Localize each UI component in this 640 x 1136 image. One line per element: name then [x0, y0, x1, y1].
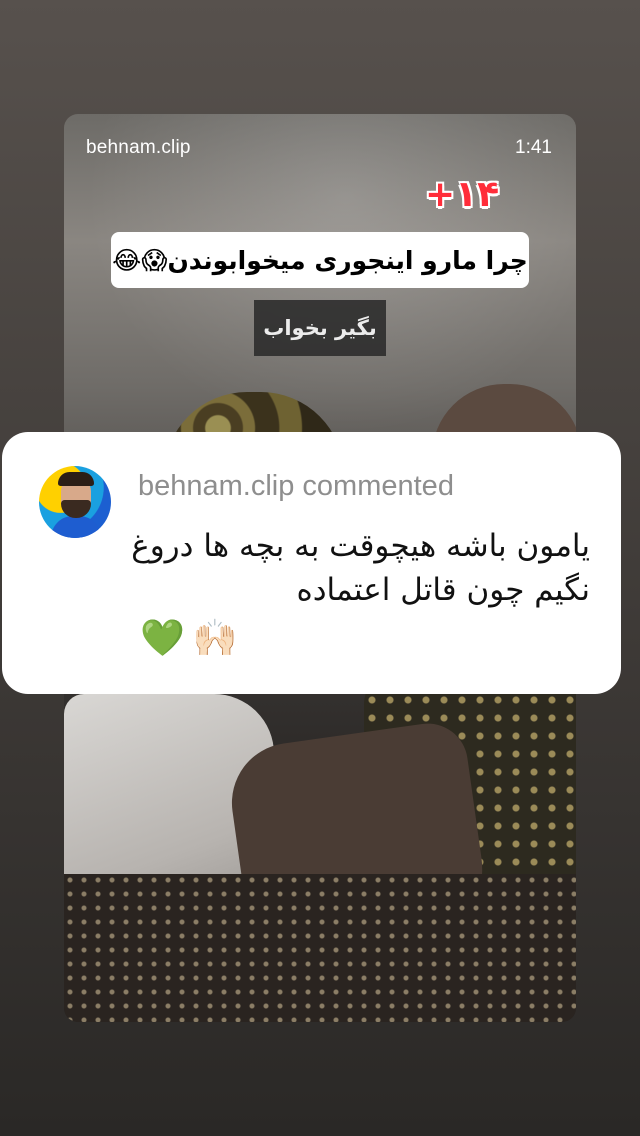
comment-text: یامون باشه هیچوقت به بچه ها دروغ نگیم چو…: [131, 528, 590, 608]
green-heart-emoji: 💚: [140, 618, 185, 659]
avatar[interactable]: [39, 466, 111, 538]
story-username[interactable]: behnam.clip: [86, 137, 191, 159]
avatar-body: [51, 516, 101, 538]
comment-emoji-row: 💚 🙌🏻: [140, 616, 238, 662]
video-sub-caption: بگیر بخواب: [254, 300, 386, 356]
comment-card[interactable]: behnam.clip commented یامون باشه هیچوقت …: [2, 432, 621, 694]
video-title-caption: چرا مارو اینجوری میخوابوندن😱😂: [111, 232, 529, 288]
comment-header: behnam.clip commented: [138, 470, 454, 502]
floor-blanket-shape: [64, 874, 576, 1022]
avatar-beard: [61, 500, 91, 518]
avatar-hair: [58, 472, 94, 486]
age-rating-badge: +۱۴: [425, 174, 500, 215]
raised-hands-emoji: 🙌🏻: [192, 618, 238, 659]
story-timestamp: 1:41: [515, 137, 552, 158]
